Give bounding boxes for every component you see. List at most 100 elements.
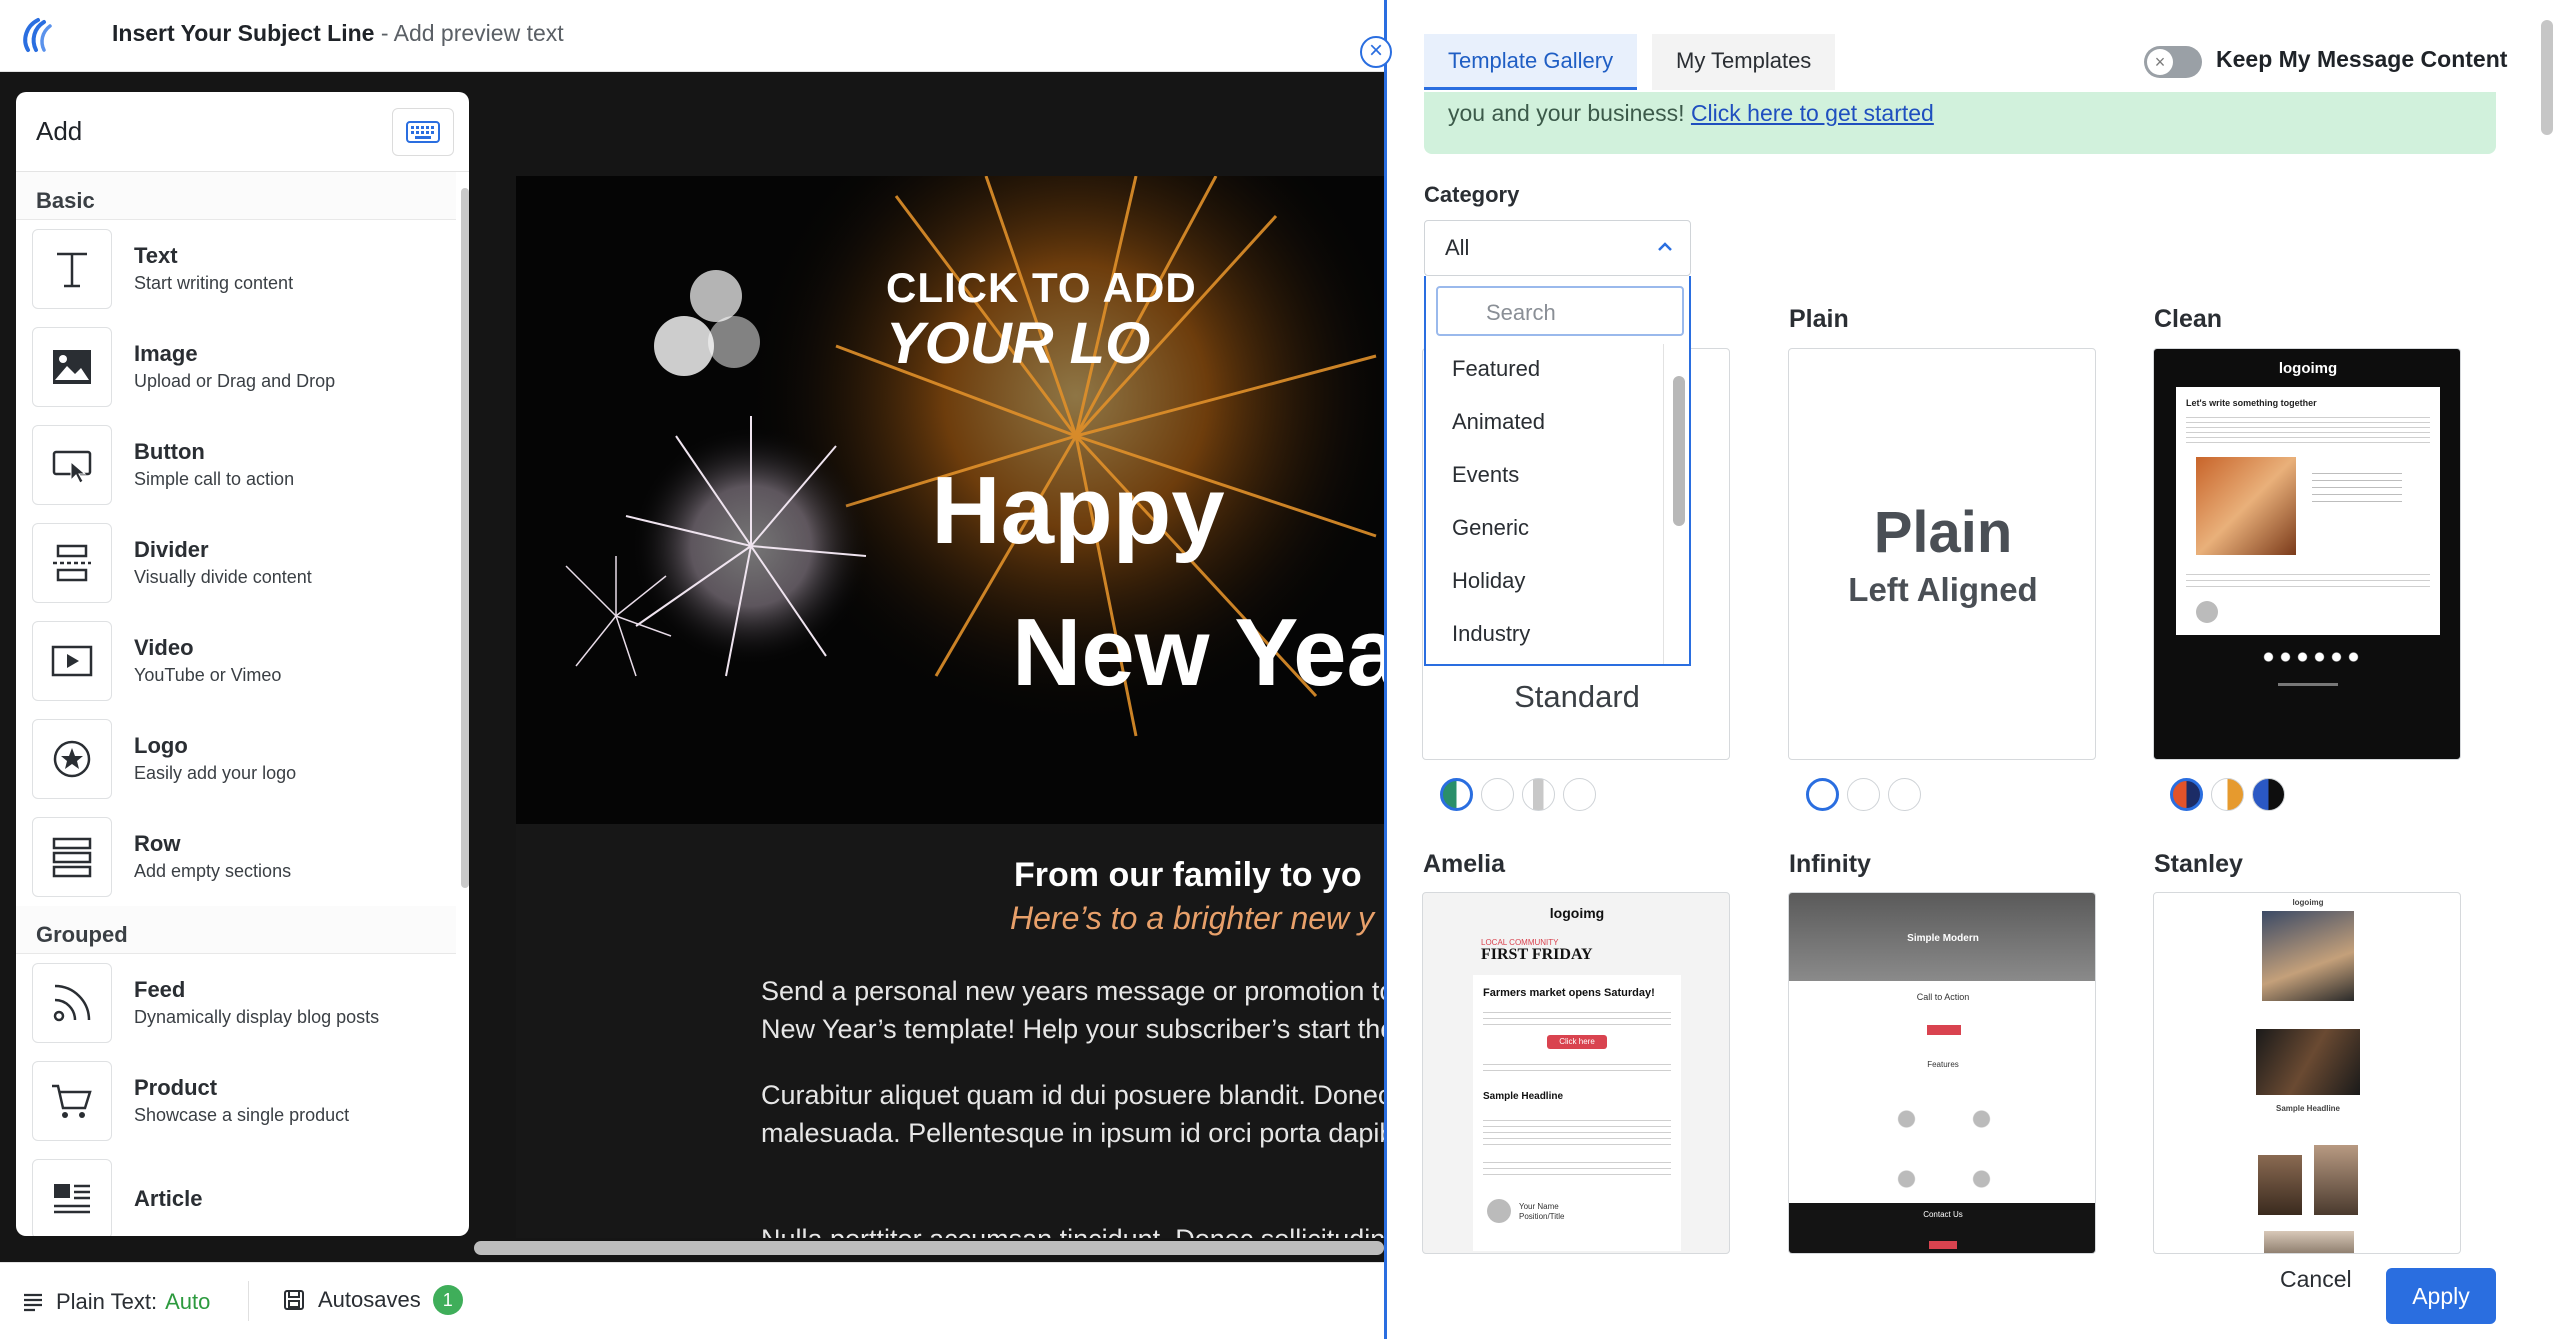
tab-template-gallery[interactable]: Template Gallery (1424, 34, 1638, 90)
avatar (2196, 601, 2218, 623)
template-name-clean: Clean (2154, 305, 2223, 333)
category-option-industry[interactable]: Industry (1452, 621, 1530, 647)
category-label: Category (1424, 182, 1520, 207)
paragraph-line: Send a personal new years message or pro… (761, 976, 1386, 1006)
text-lines (2186, 569, 2430, 591)
category-search-input[interactable]: Search (1436, 286, 1684, 336)
color-swatch[interactable] (2170, 778, 2203, 811)
infinity-header-image: Simple Modern (1789, 893, 2095, 981)
cancel-button[interactable]: Cancel (2280, 1266, 2352, 1293)
paragraph-line: malesuada. Pellentesque in ipsum id orci… (761, 1118, 1386, 1148)
keep-content-toggle[interactable]: × (2144, 46, 2202, 78)
add-item-feed[interactable]: Feed Dynamically display blog posts (16, 954, 456, 1052)
category-option-featured[interactable]: Featured (1452, 356, 1540, 382)
body-subheading-italic: Here’s to a brighter new y (1010, 900, 1375, 936)
social-icons (2260, 651, 2360, 663)
item-name: Product (134, 1075, 218, 1100)
bullet-lines (2312, 467, 2402, 507)
amelia-sample-headline: Sample Headline (1483, 1091, 1564, 1102)
button-icon (32, 425, 112, 505)
category-option-holiday[interactable]: Holiday (1452, 568, 1525, 594)
item-name: Video (134, 635, 194, 660)
color-swatch[interactable] (2252, 778, 2285, 811)
infinity-title: Simple Modern (1907, 933, 1979, 944)
section-basic: Basic (16, 172, 456, 220)
amelia-headline: Farmers market opens Saturday! (1483, 987, 1655, 999)
add-item-image[interactable]: Image Upload or Drag and Drop (16, 318, 456, 416)
category-dropdown: Search Featured Animated Events Generic … (1424, 276, 1691, 666)
tab-my-templates[interactable]: My Templates (1652, 34, 1836, 90)
add-item-divider[interactable]: Divider Visually divide content (16, 514, 456, 612)
amelia-title: FIRST FRIDAY (1481, 946, 1593, 963)
keyboard-shortcuts-button[interactable] (392, 108, 454, 156)
infinity-cta-heading: Call to Action (1916, 992, 1970, 1002)
item-desc: Upload or Drag and Drop (134, 371, 336, 391)
color-swatch[interactable] (1563, 778, 1596, 811)
add-item-button[interactable]: Button Simple call to action (16, 416, 456, 514)
color-swatch[interactable] (1522, 778, 1555, 811)
color-swatch[interactable] (1481, 778, 1514, 811)
canvas-horizontal-scrollbar[interactable] (474, 1241, 1384, 1255)
plain-text-toggle[interactable]: Plain Text: Auto (22, 1289, 210, 1315)
stanley-image-3 (2258, 1155, 2302, 1215)
item-desc: Dynamically display blog posts (134, 1007, 380, 1027)
color-swatch[interactable] (2211, 778, 2244, 811)
amelia-cta-shape: Click here (1547, 1035, 1607, 1049)
keep-content-label: Keep My Message Content (2216, 46, 2508, 72)
apply-button[interactable]: Apply (2386, 1268, 2496, 1324)
image-icon (32, 327, 112, 407)
autosaves-button[interactable]: Autosaves 1 (282, 1285, 463, 1315)
hero-heading-1: Happy (931, 457, 1225, 564)
email-body[interactable]: From our family to yo Here’s to a bright… (516, 824, 1386, 1238)
color-swatch[interactable] (1440, 778, 1473, 811)
subject-line[interactable]: Insert Your Subject Line - Add preview t… (112, 18, 564, 48)
close-panel-button[interactable]: × (1360, 36, 1392, 68)
keyboard-icon (406, 121, 440, 143)
add-item-text[interactable]: Text Start writing content (16, 220, 456, 318)
cart-icon (32, 1061, 112, 1141)
editor-bottom-bar: Plain Text: Auto Autosaves 1 (0, 1262, 1385, 1339)
add-item-row[interactable]: Row Add empty sections (16, 808, 456, 906)
add-item-video[interactable]: Video YouTube or Vimeo (16, 612, 456, 710)
color-swatch[interactable] (1888, 778, 1921, 811)
template-name-plain: Plain (1789, 305, 1849, 333)
infinity-contact-heading: Contact Us (1923, 1210, 1963, 1219)
category-option-events[interactable]: Events (1452, 462, 1519, 488)
item-name: Row (134, 831, 181, 856)
item-desc: Visually divide content (134, 567, 312, 587)
template-card-clean[interactable]: logoimg Let's write something together (2153, 348, 2461, 760)
add-panel-scrollbar[interactable] (461, 188, 469, 888)
category-option-generic[interactable]: Generic (1452, 515, 1529, 541)
template-card-amelia[interactable]: logoimg LOCAL COMMUNITY FIRST FRIDAY Far… (1422, 892, 1730, 1254)
hero-image-block[interactable]: CLICK TO ADD YOUR LO Happy New Yea (516, 176, 1386, 824)
add-item-logo[interactable]: Logo Easily add your logo (16, 710, 456, 808)
template-card-infinity[interactable]: Simple Modern Call to Action Features Co… (1788, 892, 2096, 1254)
color-swatch[interactable] (1806, 778, 1839, 811)
template-plain-color-swatches (1806, 778, 1921, 811)
category-option-animated[interactable]: Animated (1452, 409, 1545, 435)
template-card-plain[interactable]: Plain Left Aligned (1788, 348, 2096, 760)
text-lines (1483, 1115, 1671, 1145)
amelia-cta-label: Click here (1559, 1037, 1595, 1046)
template-standard-color-swatches (1440, 778, 1596, 811)
app-logo-icon[interactable] (14, 12, 60, 58)
add-item-article[interactable]: Article (16, 1150, 456, 1236)
dropdown-scrollbar[interactable] (1673, 376, 1685, 526)
category-select[interactable]: All (1424, 220, 1691, 276)
divider-icon (32, 523, 112, 603)
body-paragraph-2: Curabitur aliquet quam id dui posuere bl… (761, 1076, 1386, 1152)
stanley-image-1 (2262, 911, 2354, 1001)
template-name-amelia: Amelia (1423, 850, 1505, 878)
autosaves-label: Autosaves (318, 1287, 421, 1312)
template-card-stanley[interactable]: logoimg Sample Headline (2153, 892, 2461, 1254)
add-item-product[interactable]: Product Showcase a single product (16, 1052, 456, 1150)
amelia-content-box: Farmers market opens Saturday! Click her… (1473, 975, 1681, 1251)
plain-preview-title: Plain (1873, 500, 2013, 565)
email-preview: CLICK TO ADD YOUR LO Happy New Yea From … (516, 176, 1386, 1238)
chevron-up-icon (1658, 242, 1672, 251)
color-swatch[interactable] (1847, 778, 1880, 811)
get-started-link[interactable]: Click here to get started (1691, 100, 1934, 126)
gallery-scrollbar[interactable] (2541, 20, 2553, 135)
text-lines (1483, 1007, 1671, 1029)
body-paragraph-1: Send a personal new years message or pro… (761, 972, 1386, 1048)
